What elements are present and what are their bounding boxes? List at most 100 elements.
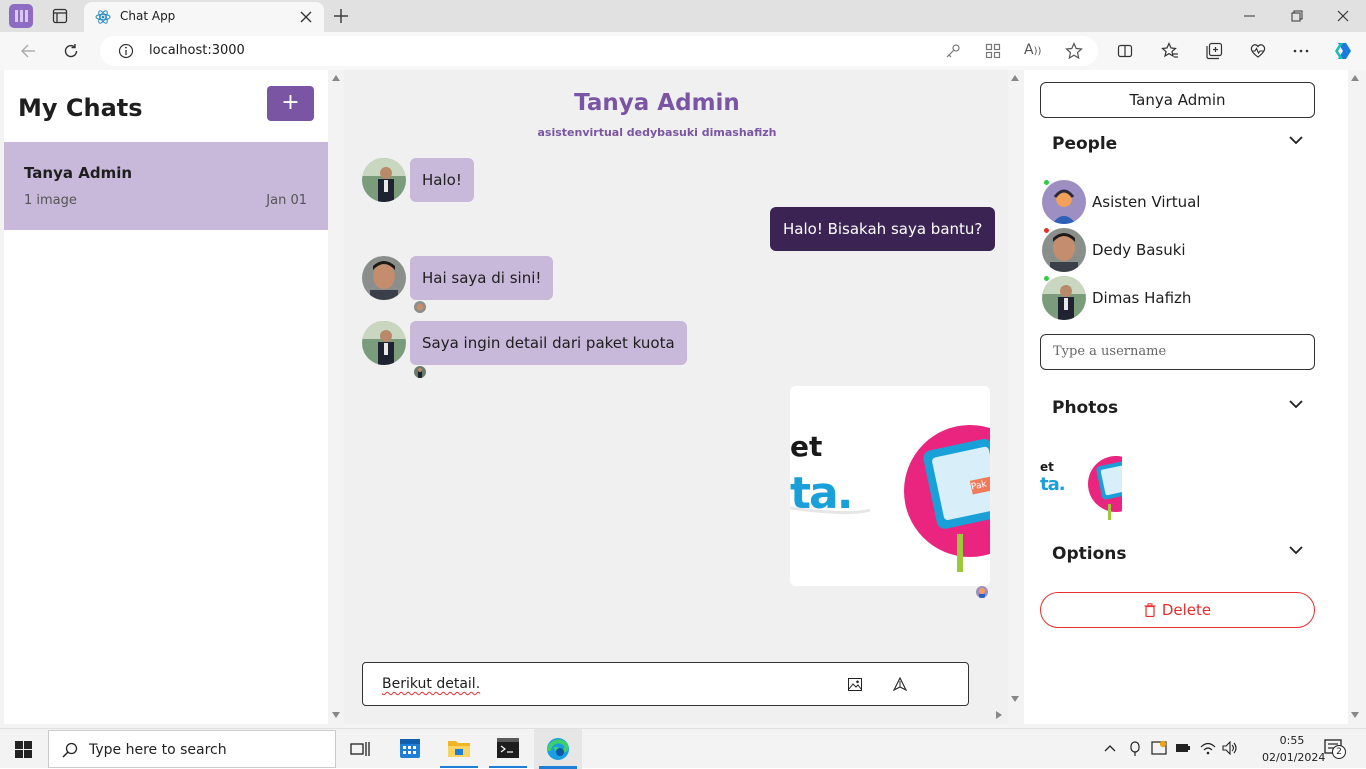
add-username-input[interactable]: Type a username — [1040, 334, 1315, 370]
scroll-down-arrow-icon[interactable] — [332, 712, 340, 718]
chat-settings-panel: Tanya Admin People Asisten Virtual Dedy … — [1024, 70, 1348, 724]
message-bubble: Saya ingin detail dari paket kuota — [410, 321, 687, 365]
address-bar[interactable]: localhost:3000 A)) — [100, 36, 1098, 66]
my-chats-title: My Chats — [18, 94, 143, 122]
scroll-right-arrow-icon[interactable] — [996, 711, 1002, 719]
tab-chat-app[interactable]: Chat App — [84, 2, 324, 32]
read-receipt-avatar — [414, 366, 426, 378]
person-dimas-hafizh[interactable]: Dimas Hafizh — [1042, 276, 1322, 320]
chevron-down-icon — [1289, 546, 1303, 555]
scroll-down-arrow-icon[interactable] — [1351, 712, 1359, 718]
split-screen-icon[interactable] — [1117, 43, 1133, 59]
chat-members-subtitle: asistenvirtual dedybasuki dimashafizh — [537, 126, 777, 139]
back-icon[interactable] — [20, 43, 36, 59]
scroll-up-arrow-icon[interactable] — [1351, 75, 1359, 81]
chat-scrollbar[interactable] — [1008, 70, 1022, 710]
chat-card-date: Jan 01 — [266, 193, 307, 208]
meet-icon[interactable] — [1128, 741, 1142, 757]
profile-icon[interactable] — [9, 4, 33, 28]
options-label: Options — [1052, 544, 1127, 564]
image-text-line1: et — [790, 430, 823, 463]
chat-card[interactable]: Tanya Admin 1 image Jan 01 — [4, 142, 328, 230]
taskbar-clock[interactable]: 0:55 02/01/2024 — [1262, 732, 1326, 766]
key-icon[interactable] — [945, 43, 961, 59]
favorite-star-icon[interactable] — [1065, 42, 1083, 60]
avatar-asisten-virtual — [1042, 180, 1086, 224]
avatar-dedy — [362, 256, 406, 300]
person-name: Asisten Virtual — [1092, 193, 1201, 211]
chat-card-last-message: 1 image — [24, 193, 77, 208]
notification-count-badge: 2 — [1332, 745, 1346, 759]
tab-actions-icon[interactable] — [52, 8, 68, 24]
favorites-icon[interactable] — [1161, 42, 1179, 60]
person-dedy-basuki[interactable]: Dedy Basuki — [1042, 228, 1322, 272]
delete-chat-button[interactable]: Delete — [1040, 592, 1315, 628]
notification-center-icon[interactable]: 2 — [1324, 739, 1346, 759]
options-section-header[interactable]: Options — [1040, 532, 1315, 576]
system-tray-chevron-icon[interactable] — [1104, 744, 1116, 752]
wifi-icon[interactable] — [1200, 741, 1216, 755]
security-alert-icon[interactable] — [1151, 740, 1167, 756]
chat-list-panel: My Chats + Tanya Admin 1 image Jan 01 — [4, 70, 328, 724]
terminal-icon[interactable] — [497, 738, 519, 758]
image-message[interactable]: et ta. Pak — [790, 386, 990, 586]
status-dot — [1044, 228, 1049, 233]
read-receipt-avatar — [414, 301, 426, 313]
chat-feed-panel: Tanya Admin asistenvirtual dedybasuki di… — [344, 70, 1008, 724]
photos-section-header[interactable]: Photos — [1040, 386, 1315, 430]
message-input-value: Berikut detail. — [382, 676, 481, 692]
windows-start-icon[interactable] — [15, 741, 32, 758]
taskbar-search-box[interactable]: Type here to search — [48, 730, 336, 768]
avatar-dimas — [362, 321, 406, 365]
send-icon[interactable] — [893, 677, 907, 691]
close-tab-icon[interactable] — [300, 11, 312, 23]
copilot-icon[interactable] — [1332, 40, 1354, 62]
new-tab-icon[interactable] — [333, 8, 349, 24]
collections-icon[interactable] — [1205, 42, 1223, 60]
read-receipt-avatar — [976, 586, 988, 598]
scroll-up-arrow-icon[interactable] — [332, 75, 340, 81]
apps-icon[interactable] — [985, 43, 1001, 59]
browser-essentials-icon[interactable] — [1249, 42, 1267, 60]
left-scrollbar[interactable] — [329, 70, 343, 724]
close-window-icon[interactable] — [1337, 10, 1349, 22]
people-label: People — [1052, 134, 1118, 154]
file-explorer-icon[interactable] — [447, 738, 471, 758]
calendar-app-icon[interactable] — [399, 737, 421, 759]
new-chat-button[interactable]: + — [267, 86, 314, 121]
more-options-icon[interactable] — [1293, 44, 1309, 58]
volume-icon[interactable] — [1222, 741, 1238, 755]
refresh-icon[interactable] — [63, 43, 79, 59]
clock-date: 02/01/2024 — [1262, 751, 1326, 764]
trash-icon — [1144, 603, 1156, 617]
edge-browser-icon[interactable] — [534, 729, 582, 769]
person-asisten-virtual[interactable]: Asisten Virtual — [1042, 180, 1322, 224]
message-bubble: Halo! — [410, 158, 474, 202]
people-section-header[interactable]: People — [1040, 122, 1315, 166]
photo-thumbnail[interactable]: et ta. — [1040, 442, 1122, 524]
image-text-line2: ta. — [790, 468, 853, 519]
minimize-icon[interactable] — [1244, 15, 1256, 17]
read-aloud-icon[interactable]: A)) — [1024, 42, 1041, 58]
status-dot — [1044, 276, 1049, 281]
restore-icon[interactable] — [1291, 10, 1303, 22]
battery-icon[interactable] — [1175, 742, 1191, 754]
message-input[interactable]: Berikut detail. — [362, 662, 969, 706]
search-icon — [62, 742, 78, 758]
chevron-down-icon — [1289, 400, 1303, 409]
browser-tab-bar: Chat App — [0, 0, 1366, 32]
image-upload-icon[interactable] — [848, 678, 862, 691]
windows-taskbar: Type here to search 0:55 02/01/2024 2 — [0, 728, 1366, 769]
scroll-down-arrow-icon[interactable] — [1011, 696, 1019, 702]
message-bubble: Hai saya di sini! — [410, 256, 554, 300]
scroll-up-arrow-icon[interactable] — [1011, 75, 1019, 81]
message-bubble: Halo! Bisakah saya bantu? — [770, 207, 996, 251]
task-view-icon[interactable] — [350, 740, 370, 758]
status-dot — [1044, 180, 1049, 185]
info-icon[interactable] — [118, 43, 134, 59]
chat-title: Tanya Admin — [574, 90, 740, 116]
settings-scrollbar[interactable] — [1348, 70, 1362, 724]
photo-thumbnail-text-line1: et — [1040, 460, 1054, 474]
react-icon — [95, 9, 111, 25]
chat-title-field[interactable]: Tanya Admin — [1040, 82, 1315, 118]
